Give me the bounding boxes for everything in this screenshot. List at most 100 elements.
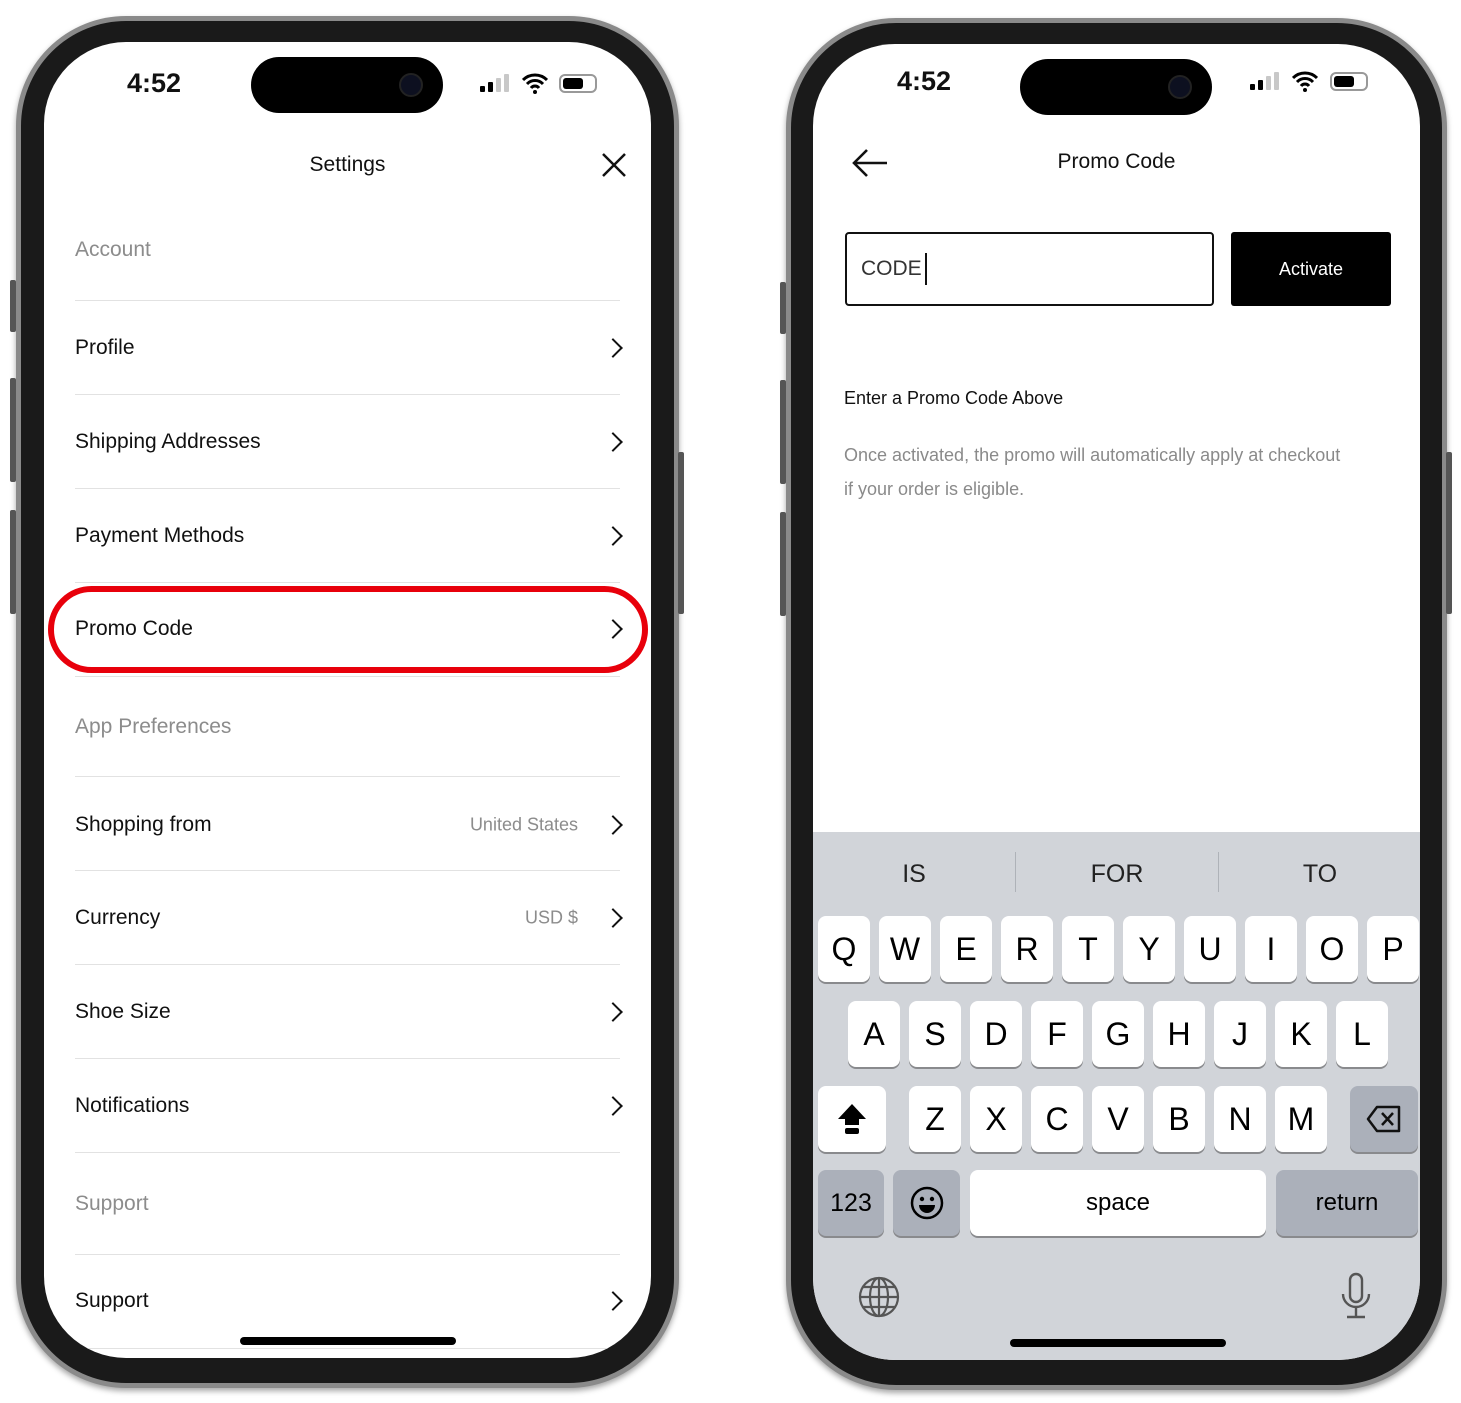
divider xyxy=(75,394,620,395)
divider xyxy=(75,488,620,489)
microphone-icon[interactable] xyxy=(1340,1272,1372,1320)
key-m[interactable]: M xyxy=(1275,1086,1327,1152)
promo-description-line-1: Once activated, the promo will automatic… xyxy=(844,445,1341,465)
wifi-icon xyxy=(522,73,548,94)
globe-icon[interactable] xyxy=(858,1276,900,1318)
side-button xyxy=(780,512,786,616)
row-label: Shopping from xyxy=(75,813,212,836)
key-h[interactable]: H xyxy=(1153,1001,1205,1067)
divider xyxy=(75,964,620,965)
promo-code-screen: 4:52 Promo Code CODE Activate Enter a Pr… xyxy=(813,44,1420,1360)
home-indicator[interactable] xyxy=(1010,1339,1226,1347)
key-o[interactable]: O xyxy=(1306,916,1358,982)
row-label: Shoe Size xyxy=(75,1000,171,1023)
chevron-right-icon xyxy=(603,432,623,452)
row-label: Support xyxy=(75,1289,149,1312)
key-i[interactable]: I xyxy=(1245,916,1297,982)
key-k[interactable]: K xyxy=(1275,1001,1327,1067)
camera-icon xyxy=(1168,75,1192,99)
dynamic-island xyxy=(1020,59,1212,115)
key-u[interactable]: U xyxy=(1184,916,1236,982)
keyboard: IS FOR TO 123 space return QWERTYUIOP ASD… xyxy=(813,832,1420,1360)
emoji-key[interactable] xyxy=(893,1170,960,1236)
chevron-right-icon xyxy=(603,815,623,835)
key-e[interactable]: E xyxy=(940,916,992,982)
space-key[interactable]: space xyxy=(970,1170,1266,1236)
activate-button[interactable]: Activate xyxy=(1231,232,1391,306)
shift-key[interactable] xyxy=(818,1086,886,1152)
key-d[interactable]: D xyxy=(970,1001,1022,1067)
key-t[interactable]: T xyxy=(1062,916,1114,982)
camera-icon xyxy=(399,73,423,97)
row-value: United States xyxy=(469,814,578,835)
key-w[interactable]: W xyxy=(879,916,931,982)
key-l[interactable]: L xyxy=(1336,1001,1388,1067)
key-a[interactable]: A xyxy=(848,1001,900,1067)
side-button xyxy=(678,452,684,614)
key-q[interactable]: Q xyxy=(818,916,870,982)
backspace-icon xyxy=(1366,1105,1401,1133)
battery-icon xyxy=(1330,72,1368,91)
side-button xyxy=(780,282,786,334)
side-button xyxy=(10,280,16,332)
dynamic-island xyxy=(251,57,443,113)
key-f[interactable]: F xyxy=(1031,1001,1083,1067)
shift-icon xyxy=(838,1104,866,1134)
promo-code-highlight-ellipse xyxy=(48,586,648,673)
key-n[interactable]: N xyxy=(1214,1086,1266,1152)
side-button xyxy=(10,378,16,482)
battery-icon xyxy=(559,74,597,93)
suggestion-to[interactable]: TO xyxy=(1220,860,1420,889)
key-x[interactable]: X xyxy=(970,1086,1022,1152)
settings-screen: 4:52 Settings Account Profile Shipping A… xyxy=(44,42,651,1358)
row-label: Profile xyxy=(75,336,135,359)
divider xyxy=(75,1348,620,1349)
suggestion-for[interactable]: FOR xyxy=(1017,860,1217,889)
chevron-right-icon xyxy=(603,526,623,546)
divider xyxy=(75,1152,620,1153)
key-y[interactable]: Y xyxy=(1123,916,1175,982)
return-key[interactable]: return xyxy=(1276,1170,1418,1236)
key-z[interactable]: Z xyxy=(909,1086,961,1152)
key-j[interactable]: J xyxy=(1214,1001,1266,1067)
wifi-icon xyxy=(1292,71,1318,92)
side-button xyxy=(10,510,16,614)
row-label: Shipping Addresses xyxy=(75,430,261,453)
input-value: CODE xyxy=(861,257,922,280)
divider xyxy=(75,1254,620,1255)
divider xyxy=(75,870,620,871)
promo-heading: Enter a Promo Code Above xyxy=(844,388,1064,408)
home-indicator[interactable] xyxy=(240,1337,456,1345)
chevron-right-icon xyxy=(603,1291,623,1311)
row-label: Currency xyxy=(75,906,161,929)
status-time: 4:52 xyxy=(126,68,182,98)
divider xyxy=(75,582,620,583)
chevron-right-icon xyxy=(603,1096,623,1116)
row-label: Notifications xyxy=(75,1094,190,1117)
close-icon[interactable] xyxy=(601,152,627,178)
side-button xyxy=(1446,452,1452,614)
key-r[interactable]: R xyxy=(1001,916,1053,982)
key-s[interactable]: S xyxy=(909,1001,961,1067)
signal-icon xyxy=(1250,72,1279,90)
signal-icon xyxy=(480,74,509,92)
chevron-right-icon xyxy=(603,1002,623,1022)
promo-description-line-2: if your order is eligible. xyxy=(844,479,1025,499)
key-c[interactable]: C xyxy=(1031,1086,1083,1152)
chevron-right-icon xyxy=(603,338,623,358)
key-v[interactable]: V xyxy=(1092,1086,1144,1152)
numbers-key[interactable]: 123 xyxy=(818,1170,884,1236)
emoji-icon xyxy=(910,1186,943,1220)
key-p[interactable]: P xyxy=(1367,916,1419,982)
suggestion-is[interactable]: IS xyxy=(814,860,1014,889)
side-button xyxy=(780,380,786,484)
promo-code-input[interactable]: CODE xyxy=(845,232,1214,306)
key-g[interactable]: G xyxy=(1092,1001,1144,1067)
divider xyxy=(75,776,620,777)
key-b[interactable]: B xyxy=(1153,1086,1205,1152)
suggestion-divider xyxy=(1015,852,1016,892)
delete-key[interactable] xyxy=(1350,1086,1418,1152)
section-app-preferences: App Preferences xyxy=(75,715,232,738)
row-label: Payment Methods xyxy=(75,524,245,547)
page-title: Settings xyxy=(309,153,386,176)
